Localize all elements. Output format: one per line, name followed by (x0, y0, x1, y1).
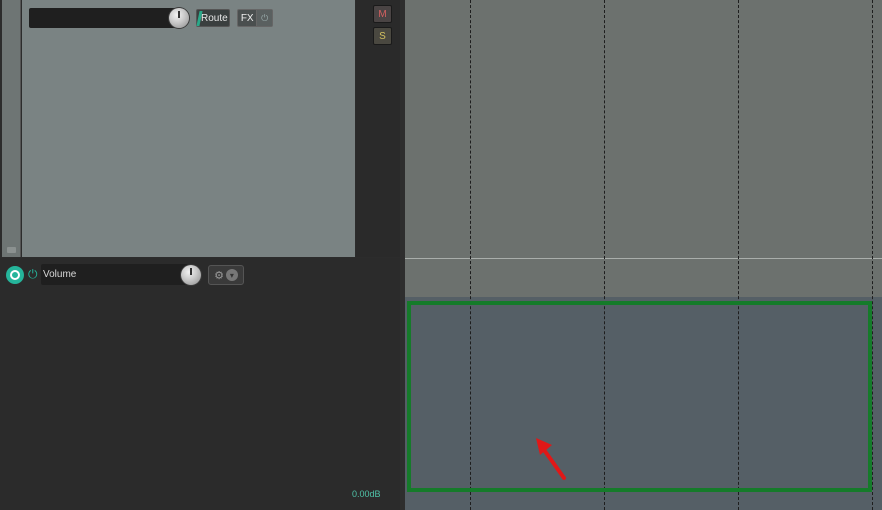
envelope-name-field[interactable]: Volume (41, 264, 201, 285)
envelope-value-knob[interactable] (181, 265, 201, 285)
route-button[interactable]: Route (196, 9, 230, 27)
envelope-lane-header (0, 258, 400, 510)
mute-button[interactable]: M (373, 5, 392, 23)
envelope-active-toggle-icon[interactable] (6, 266, 24, 284)
solo-button[interactable]: S (373, 27, 392, 45)
envelope-bypass-power-icon[interactable]: ⏻ (28, 268, 40, 280)
envelope-lane-highlight (407, 301, 872, 492)
track-name-field[interactable] (29, 8, 187, 28)
fx-label: FX (238, 10, 258, 26)
chevron-down-icon: ▾ (225, 269, 238, 281)
red-arrow-pointer-icon (536, 438, 566, 480)
track-control-panel: Route FX ⏻ M S ⏻ Volume ⚙ ▾ 0.00dB (0, 0, 400, 510)
route-label: Route (201, 12, 228, 24)
track-media-lane[interactable] (405, 0, 882, 258)
envelope-value-readout: 0.00dB (352, 489, 381, 499)
gear-icon: ⚙ (214, 269, 224, 282)
envelope-settings-button[interactable]: ⚙ ▾ (208, 265, 244, 285)
fx-bypass-power-icon[interactable]: ⏻ (257, 10, 272, 26)
track-volume-knob[interactable] (169, 8, 189, 28)
grid-line (872, 0, 873, 510)
track-panel-body[interactable] (22, 0, 355, 257)
fx-button[interactable]: FX ⏻ (237, 9, 273, 27)
folder-icon[interactable] (7, 247, 16, 253)
track-lane-lower-area[interactable] (405, 259, 882, 297)
track-folder-strip[interactable] (2, 0, 21, 257)
